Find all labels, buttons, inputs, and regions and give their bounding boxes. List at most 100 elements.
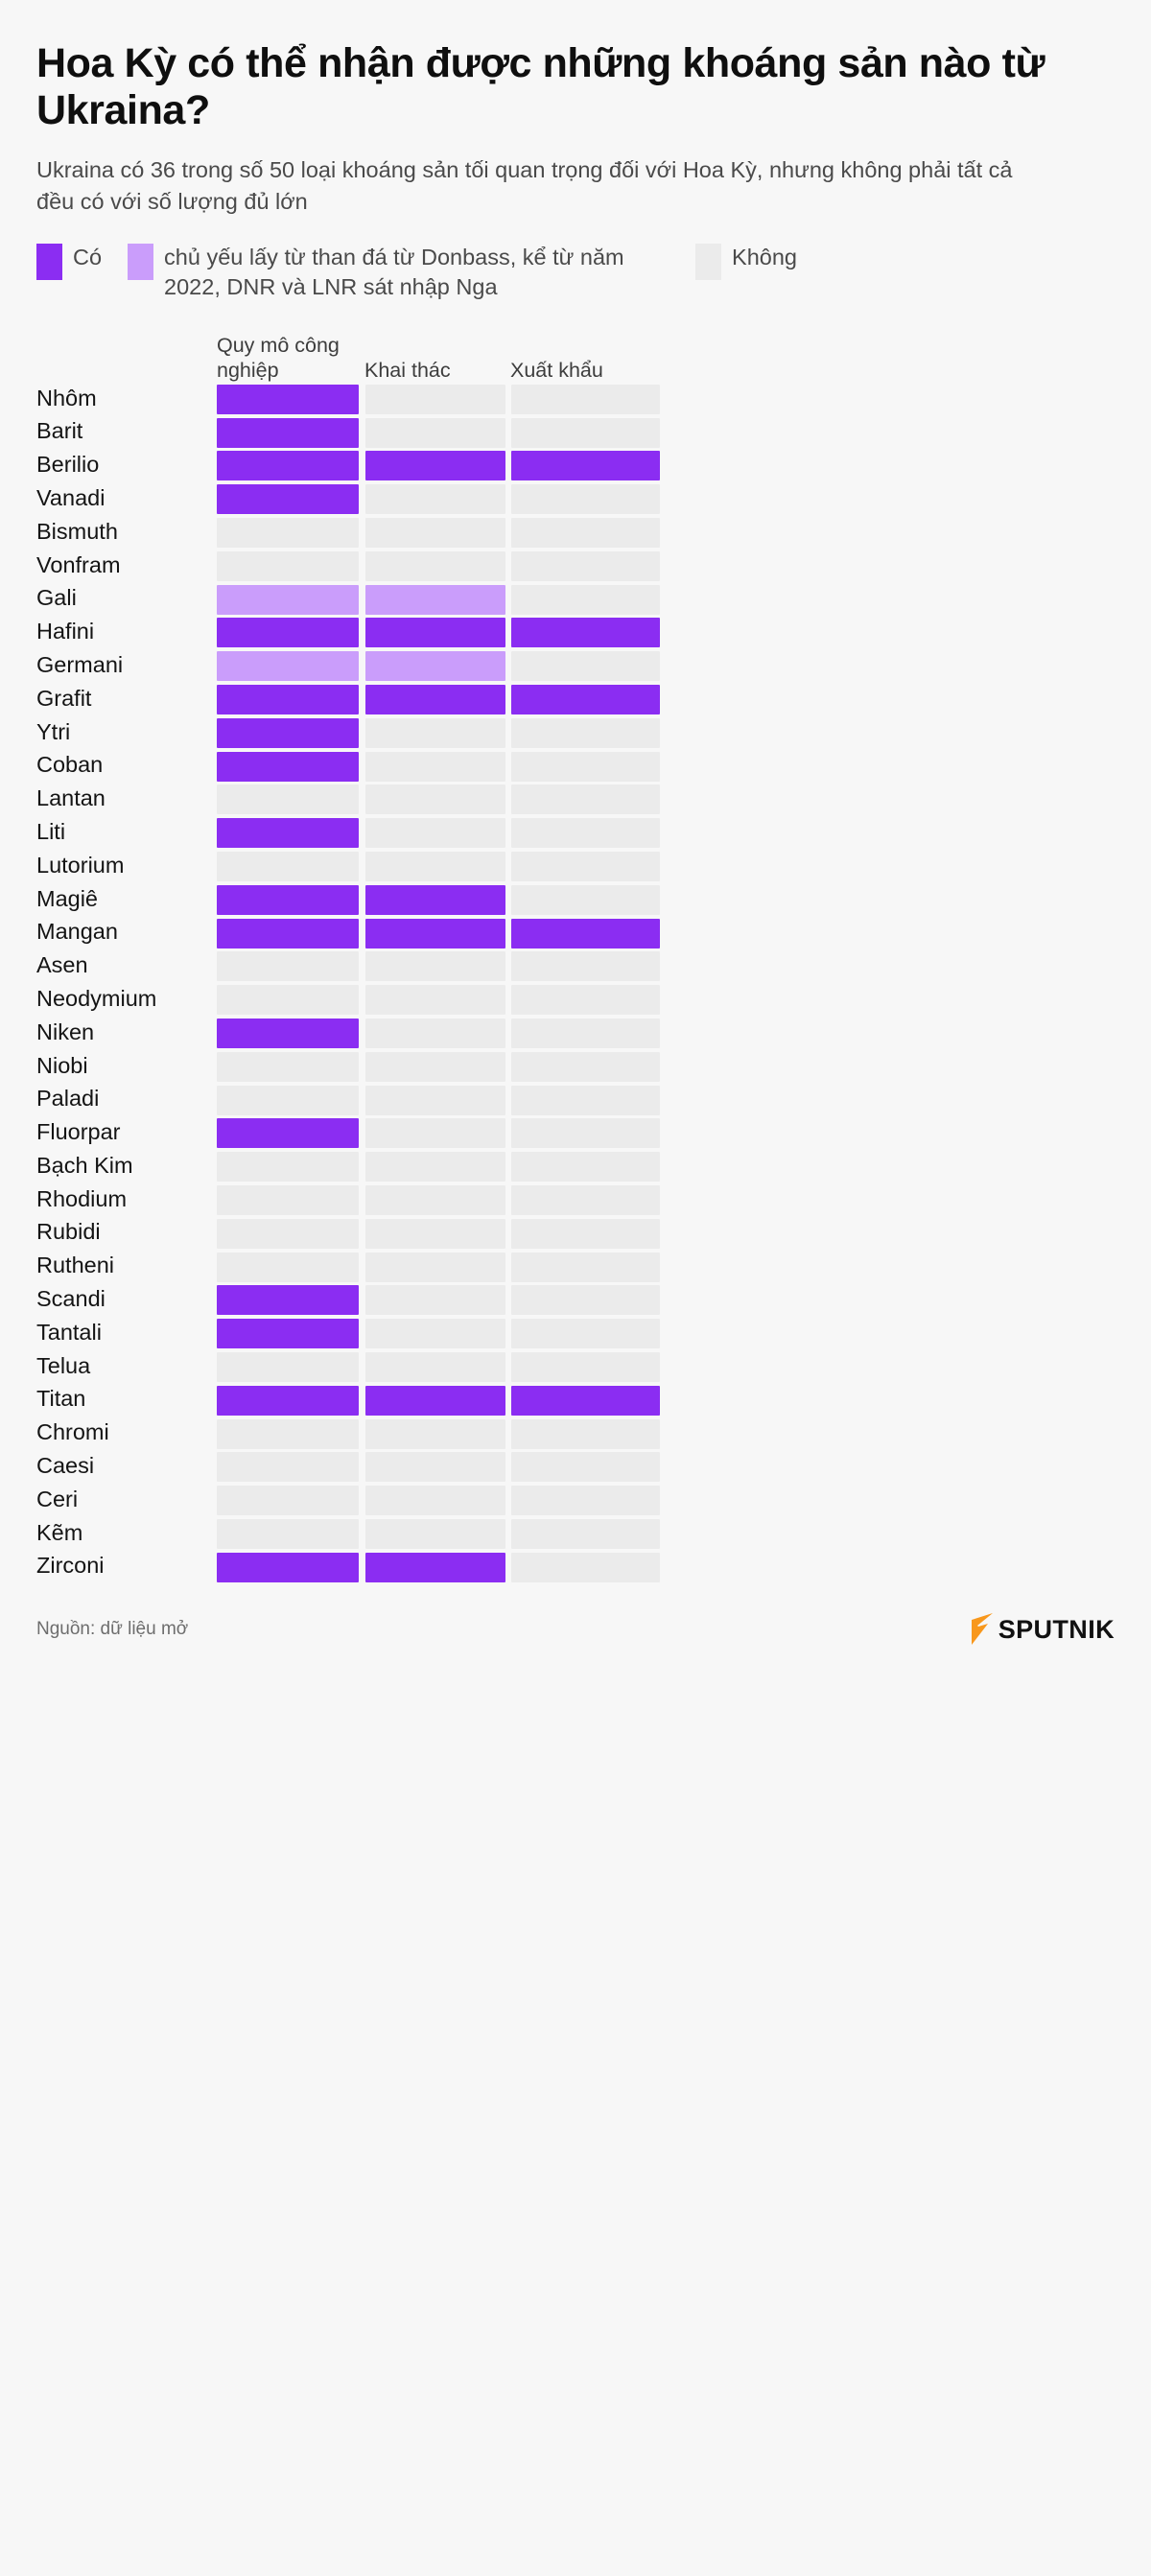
cell-Xuất khẩu (511, 1385, 660, 1416)
row-label: Ytri (36, 718, 71, 744)
row-cells (217, 584, 1115, 615)
cell-Quy mô công nghiệp (217, 1552, 359, 1582)
cell-Khai thác (364, 1486, 505, 1516)
cell-Xuất khẩu (511, 951, 660, 982)
cell-Khai thác (364, 1218, 505, 1249)
cell-Khai thác (364, 484, 505, 515)
cell-Xuất khẩu (511, 518, 660, 548)
row-cells (217, 1319, 1115, 1349)
cell-Xuất khẩu (511, 785, 660, 815)
table-row: Vanadi (36, 483, 1115, 516)
row-cells (217, 1152, 1115, 1183)
table-row: Lutorium (36, 850, 1115, 882)
row-label: Rubidi (36, 1219, 101, 1245)
row-label: Rhodium (36, 1185, 128, 1211)
row-label: Barit (36, 418, 83, 444)
cell-Khai thác (364, 1184, 505, 1215)
cell-Khai thác (364, 1051, 505, 1082)
cell-Xuất khẩu (511, 618, 660, 648)
cell-Xuất khẩu (511, 918, 660, 948)
cell-Khai thác (364, 550, 505, 581)
column-header-industrial-scale: Quy mô công nghiệp (217, 333, 340, 383)
cell-Quy mô công nghiệp (217, 1452, 359, 1483)
cell-Xuất khẩu (511, 1319, 660, 1349)
table-row: Ceri (36, 1485, 1115, 1517)
row-cells (217, 985, 1115, 1016)
page-title: Hoa Kỳ có thể nhận được những khoáng sản… (36, 40, 1045, 134)
cell-Khai thác (364, 451, 505, 481)
legend-item-no: Không (695, 243, 797, 280)
cell-Khai thác (364, 918, 505, 948)
table-row: Niken (36, 1017, 1115, 1049)
table-row: Rhodium (36, 1183, 1115, 1216)
row-cells (217, 951, 1115, 982)
cell-Xuất khẩu (511, 484, 660, 515)
row-label: Fluorpar (36, 1119, 121, 1145)
row-cells (217, 1486, 1115, 1516)
row-cells (217, 518, 1115, 548)
row-cells (217, 651, 1115, 682)
cell-Quy mô công nghiệp (217, 1085, 359, 1115)
mineral-table: Nhôm Barit Berilio Vanadi Bismuth Vonfram Gali… (36, 383, 1115, 1583)
cell-Quy mô công nghiệp (217, 918, 359, 948)
table-row: Kẽm (36, 1517, 1115, 1550)
row-label: Bạch Kim (36, 1152, 133, 1178)
cell-Xuất khẩu (511, 651, 660, 682)
cell-Quy mô công nghiệp (217, 1285, 359, 1316)
cell-Xuất khẩu (511, 417, 660, 448)
row-cells (217, 884, 1115, 915)
cell-Xuất khẩu (511, 1285, 660, 1316)
row-cells (217, 851, 1115, 881)
legend-label-no: Không (732, 244, 797, 269)
table-row: Scandi (36, 1284, 1115, 1317)
cell-Khai thác (364, 1252, 505, 1282)
column-header-export: Xuất khẩu (510, 359, 603, 383)
row-label: Asen (36, 952, 88, 978)
cell-Quy mô công nghiệp (217, 751, 359, 782)
table-row: Berilio (36, 450, 1115, 482)
cell-Khai thác (364, 1319, 505, 1349)
column-headers: Quy mô công nghiệp Khai thác Xuất khẩu (36, 323, 1115, 383)
legend-item-partial: chủ yếu lấy từ than đá từ Donbass, kể từ… (128, 243, 655, 303)
infographic-page: Hoa Kỳ có thể nhận được những khoáng sản… (0, 0, 1151, 2576)
cell-Xuất khẩu (511, 550, 660, 581)
row-label: Tantali (36, 1319, 102, 1345)
cell-Khai thác (364, 951, 505, 982)
row-label: Mangan (36, 919, 118, 945)
cell-Xuất khẩu (511, 1486, 660, 1516)
cell-Khai thác (364, 985, 505, 1016)
cell-Quy mô công nghiệp (217, 518, 359, 548)
row-cells (217, 1285, 1115, 1316)
cell-Xuất khẩu (511, 1018, 660, 1048)
cell-Khai thác (364, 1118, 505, 1149)
table-row: Germani (36, 650, 1115, 683)
source-note: Nguồn: dữ liệu mở (36, 1619, 189, 1639)
cell-Khai thác (364, 1385, 505, 1416)
cell-Quy mô công nghiệp (217, 1152, 359, 1183)
row-label: Neodymium (36, 985, 157, 1011)
row-cells (217, 1118, 1115, 1149)
cell-Xuất khẩu (511, 1552, 660, 1582)
row-cells (217, 1184, 1115, 1215)
cell-Quy mô công nghiệp (217, 684, 359, 714)
cell-Quy mô công nghiệp (217, 884, 359, 915)
cell-Quy mô công nghiệp (217, 651, 359, 682)
row-label: Scandi (36, 1286, 106, 1312)
row-label: Berilio (36, 452, 100, 478)
row-label: Niken (36, 1019, 95, 1044)
table-row: Paladi (36, 1084, 1115, 1116)
legend-label-yes: Có (73, 244, 103, 269)
row-cells (217, 818, 1115, 849)
cell-Quy mô công nghiệp (217, 717, 359, 748)
table-row: Gali (36, 583, 1115, 616)
legend-swatch-yes (36, 243, 62, 280)
table-row: Chromi (36, 1417, 1115, 1450)
row-cells (217, 1218, 1115, 1249)
row-label: Gali (36, 585, 77, 611)
table-row: Nhôm (36, 383, 1115, 415)
row-label: Bismuth (36, 518, 118, 544)
row-cells (217, 1552, 1115, 1582)
row-cells (217, 1252, 1115, 1282)
cell-Quy mô công nghiệp (217, 1252, 359, 1282)
cell-Xuất khẩu (511, 751, 660, 782)
